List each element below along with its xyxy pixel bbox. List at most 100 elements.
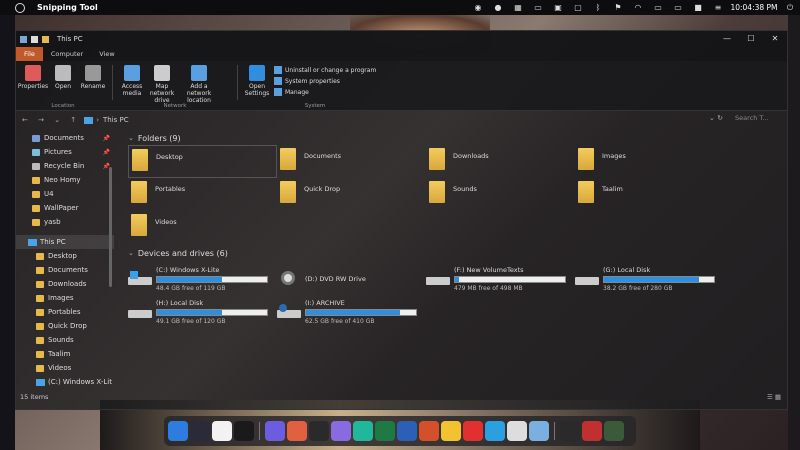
minimize-button[interactable]: — [715,31,739,47]
powerpoint-icon[interactable] [419,421,439,441]
system-properties-link[interactable]: System properties [274,77,376,85]
battery-icon[interactable]: ▭ [668,3,688,12]
control-center-icon[interactable]: ≡ [708,3,728,12]
breadcrumb[interactable]: This PC [103,116,129,124]
folder-images[interactable]: Images [575,145,724,178]
folder-quick-drop[interactable]: Quick Drop [277,178,426,211]
refresh-icon[interactable]: ⌄ ↻ [709,114,723,122]
wifi-icon[interactable]: ◠ [628,3,648,12]
clock[interactable]: 10:04:38 PM [728,3,780,12]
drives-header[interactable]: ⌄ Devices and drives (6) [128,246,787,260]
manage-link[interactable]: Manage [274,88,376,96]
folder-sounds[interactable]: Sounds [426,178,575,211]
clock-icon[interactable] [234,421,254,441]
sidebar-item-pictures[interactable]: Pictures 📌 [16,145,114,159]
collapse-chevron-icon[interactable]: ⌄ [128,134,134,142]
tab-file[interactable]: File [16,47,43,61]
launchpad-icon[interactable] [190,421,210,441]
power-icon[interactable]: ⏻ [780,3,800,13]
sidebar-item-c-drive[interactable]: (C:) Windows X-Lit [16,375,114,389]
sidebar-item-desktop[interactable]: Desktop [16,249,114,263]
collapse-chevron-icon[interactable]: ⌄ [128,249,134,257]
folder-downloads[interactable]: Downloads [426,145,575,178]
sliders-icon[interactable]: ▭ [648,3,668,12]
up-arrow-icon[interactable]: ↑ [70,116,76,124]
sidebar-item-recycle-bin[interactable]: Recycle Bin 📌 [16,159,114,173]
folder-portables[interactable]: Portables [128,178,277,211]
uninstall-program-link[interactable]: Uninstall or change a program [274,66,376,74]
drive-h[interactable]: (H:) Local Disk 49.1 GB free of 120 GB [128,295,277,328]
red-app-icon[interactable] [463,421,483,441]
spark-icon[interactable] [287,421,307,441]
back-arrow-icon[interactable]: ← [22,116,28,124]
forward-arrow-icon[interactable]: → [38,116,44,124]
excel-icon[interactable] [375,421,395,441]
folder-videos[interactable]: Videos [128,211,277,244]
bluetooth-icon[interactable]: ᛒ [588,3,608,12]
active-app-name[interactable]: Snipping Tool [37,3,98,12]
record-icon[interactable]: ◉ [468,3,488,12]
sidebar-item-documents[interactable]: Documents 📌 [16,131,114,145]
chatgpt-icon[interactable] [309,421,329,441]
nav-scrollbar[interactable] [109,167,112,287]
sidebar-item-u4[interactable]: U4 [16,187,114,201]
title-bar[interactable]: This PC — ☐ ✕ [16,31,787,47]
new-folder-icon[interactable] [42,35,49,43]
recent-chevron-icon[interactable]: ⌄ [54,116,60,124]
copilot-icon[interactable] [331,421,351,441]
sidebar-item-yasb[interactable]: yasb [16,215,114,229]
sidebar-item-this-pc[interactable]: This PC [16,235,114,249]
chrome-icon[interactable] [507,421,527,441]
drive-f[interactable]: (F:) New VolumeTexts 479 MB free of 498 … [426,262,575,295]
tab-view[interactable]: View [91,47,122,61]
sidebar-item-documents-pc[interactable]: Documents [16,263,114,277]
word-icon[interactable] [397,421,417,441]
properties-small-icon[interactable] [31,35,38,43]
notification-icon[interactable]: ■ [688,3,708,12]
folder-desktop[interactable]: Desktop [128,145,277,178]
github-icon[interactable]: ● [488,3,508,12]
sidebar-item-quick-drop[interactable]: Quick Drop [16,319,114,333]
breadcrumb-sep-icon[interactable]: › [96,116,99,124]
sidebar-item-portables[interactable]: Portables [16,305,114,319]
add-network-location-button[interactable]: Add a network location [179,63,219,104]
sidebar-item-videos[interactable]: Videos [16,361,114,375]
telegram-icon[interactable] [485,421,505,441]
map-network-drive-button[interactable]: Map network drive [149,63,175,104]
open-button[interactable]: Open [50,63,76,90]
close-button[interactable]: ✕ [763,31,787,47]
chat-icon[interactable]: ▢ [568,3,588,12]
sidebar-item-taalim[interactable]: Taalim [16,347,114,361]
terminal-icon[interactable]: ▭ [528,3,548,12]
grid-icon[interactable]: ▦ [508,3,528,12]
computer-icon[interactable] [20,35,27,43]
folders-header[interactable]: ⌄ Folders (9) [128,131,787,145]
rename-button[interactable]: Rename [80,63,106,90]
drive-g[interactable]: (G:) Local Disk 38.2 GB free of 280 GB [575,262,724,295]
maximize-button[interactable]: ☐ [739,31,763,47]
access-media-button[interactable]: Access media [119,63,145,104]
drive-c[interactable]: (C:) Windows X-Lite 48.4 GB free of 119 … [128,262,277,295]
photos-icon[interactable] [560,421,580,441]
drive-i[interactable]: (I:) ARCHIVE 62.5 GB free of 410 GB [277,295,426,328]
tab-computer[interactable]: Computer [43,47,91,61]
teal-app-icon[interactable] [353,421,373,441]
properties-button[interactable]: Properties [18,63,48,90]
window-icon[interactable]: ▣ [548,3,568,12]
view-toggle-icons[interactable]: ☰ ▦ [767,393,781,401]
pdf-icon[interactable] [582,421,602,441]
recycle-icon[interactable] [604,421,624,441]
folder-documents[interactable]: Documents [277,145,426,178]
sidebar-item-downloads[interactable]: Downloads [16,277,114,291]
sidebar-item-images[interactable]: Images [16,291,114,305]
drive-icon[interactable] [441,421,461,441]
sidebar-item-neo-homy[interactable]: Neo Homy [16,173,114,187]
sidebar-item-wallpaper[interactable]: WallPaper [16,201,114,215]
snipping-tool-icon[interactable] [15,2,25,13]
sidebar-item-sounds[interactable]: Sounds [16,333,114,347]
search-input[interactable]: Search T... [735,114,777,126]
calendar-icon[interactable] [212,421,232,441]
folder-taalim[interactable]: Taalim [575,178,724,211]
drive-d[interactable]: (D:) DVD RW Drive [277,262,426,295]
ai-app-icon[interactable] [265,421,285,441]
